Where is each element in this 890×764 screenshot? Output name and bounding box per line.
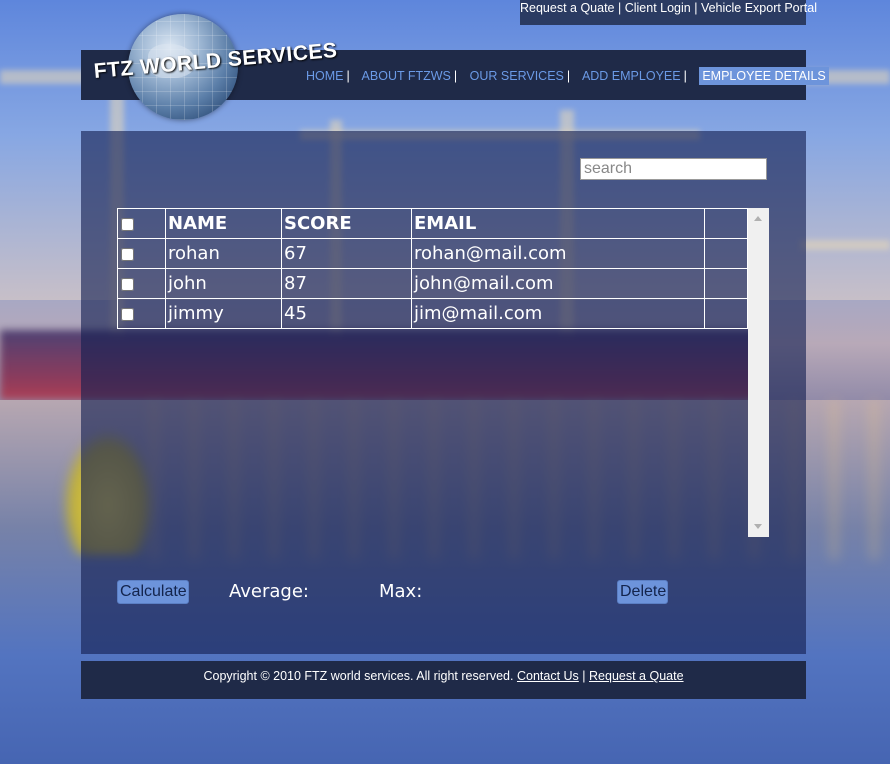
- calculate-button[interactable]: Calculate: [117, 580, 189, 604]
- cell-extra: [704, 268, 748, 299]
- footer-copyright: Copyright © 2010 FTZ world services. All…: [203, 669, 517, 683]
- max-label: Max:: [379, 581, 423, 602]
- average-label: Average:: [229, 581, 309, 602]
- row-checkbox[interactable]: [121, 277, 134, 291]
- column-header-score: SCORE: [281, 208, 412, 239]
- cell-email: john@mail.com: [411, 268, 705, 299]
- footer-separator: |: [578, 669, 590, 683]
- column-header-name: NAME: [165, 208, 282, 239]
- main-nav: HOME | ABOUT FTZWS | OUR SERVICES | ADD EMP…: [306, 67, 829, 87]
- table-row: jimmy 45 jim@mail.com: [117, 298, 748, 329]
- nav-home[interactable]: HOME: [306, 69, 344, 83]
- background-crane: [800, 240, 890, 250]
- table-header-row: NAME SCORE EMAIL: [117, 208, 748, 239]
- select-all-cell: [117, 208, 166, 239]
- request-quote-link[interactable]: Request a Quate: [520, 1, 615, 15]
- row-checkbox[interactable]: [121, 247, 134, 261]
- nav-separator: |: [346, 69, 350, 83]
- nav-employee-details[interactable]: EMPLOYEE DETAILS: [699, 67, 829, 85]
- nav-separator: |: [566, 69, 571, 83]
- cell-email: jim@mail.com: [411, 298, 705, 329]
- top-links-separator: |: [614, 1, 625, 15]
- nav-about[interactable]: ABOUT FTZWS: [362, 69, 451, 83]
- nav-add-employee[interactable]: ADD EMPLOYEE: [582, 69, 681, 83]
- top-links-separator: |: [690, 1, 701, 15]
- employee-table: NAME SCORE EMAIL rohan 67 rohan@mail.com…: [117, 208, 748, 329]
- cell-name: rohan: [165, 238, 282, 269]
- cell-name: john: [165, 268, 282, 299]
- table-scrollbar[interactable]: [748, 208, 769, 537]
- site-footer: Copyright © 2010 FTZ world services. All…: [81, 661, 806, 699]
- cell-extra: [704, 298, 748, 329]
- table-row: rohan 67 rohan@mail.com: [117, 238, 748, 269]
- nav-separator: |: [683, 69, 687, 83]
- row-select-cell: [117, 238, 166, 269]
- column-header-email: EMAIL: [411, 208, 705, 239]
- cell-name: jimmy: [165, 298, 282, 329]
- select-all-checkbox[interactable]: [121, 217, 134, 231]
- row-select-cell: [117, 268, 166, 299]
- row-checkbox[interactable]: [121, 307, 134, 321]
- top-links-bar: Request a Quate | Client Login | Vehicle…: [520, 0, 817, 25]
- column-header-extra: [704, 208, 748, 239]
- cell-score: 67: [281, 238, 412, 269]
- scroll-down-arrow-icon[interactable]: [754, 524, 762, 529]
- vehicle-export-portal-link[interactable]: Vehicle Export Portal: [701, 1, 817, 15]
- cell-score: 45: [281, 298, 412, 329]
- footer-contact-us-link[interactable]: Contact Us: [517, 669, 579, 683]
- cell-score: 87: [281, 268, 412, 299]
- employee-table-container: NAME SCORE EMAIL rohan 67 rohan@mail.com…: [117, 208, 769, 537]
- cell-email: rohan@mail.com: [411, 238, 705, 269]
- search-input[interactable]: [580, 158, 767, 180]
- cell-extra: [704, 238, 748, 269]
- nav-our-services[interactable]: OUR SERVICES: [470, 69, 564, 83]
- client-login-link[interactable]: Client Login: [625, 1, 691, 15]
- row-select-cell: [117, 298, 166, 329]
- nav-separator: |: [453, 69, 458, 83]
- scroll-up-arrow-icon[interactable]: [754, 216, 762, 221]
- table-row: john 87 john@mail.com: [117, 268, 748, 299]
- delete-button[interactable]: Delete: [617, 580, 668, 604]
- footer-request-quote-link[interactable]: Request a Quate: [589, 669, 684, 683]
